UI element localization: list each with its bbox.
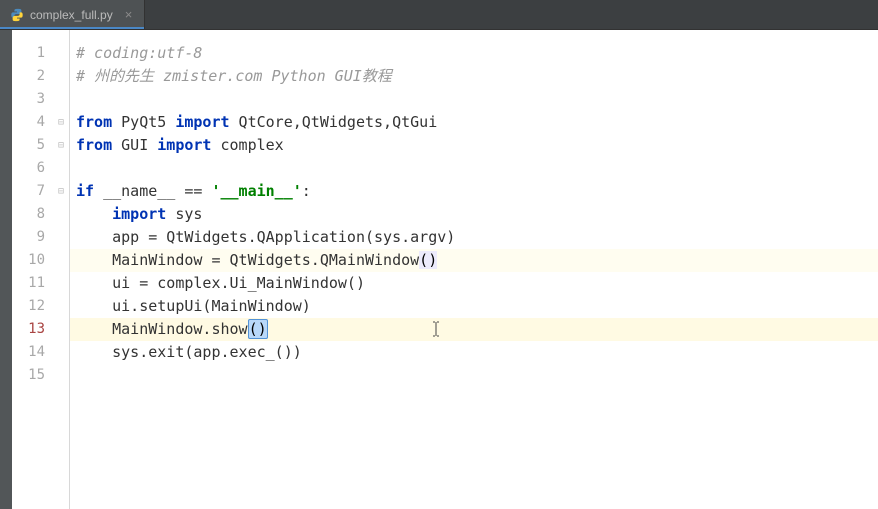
line-number[interactable]: 8 [12,203,55,226]
code-line[interactable]: if __name__ == '__main__': [70,180,878,203]
left-margin-strip [0,30,12,509]
python-file-icon [10,8,24,22]
line-number[interactable]: 10 [12,249,55,272]
editor: 123456789101112131415 ⊟ ⊟ ⊟ # coding:utf… [0,30,878,509]
line-number[interactable]: 2 [12,65,55,88]
line-number[interactable]: 5 [12,134,55,157]
line-number[interactable]: 7 [12,180,55,203]
code-line[interactable]: ui.setupUi(MainWindow) [70,295,878,318]
fold-indicator[interactable]: ⊟ [58,140,68,150]
code-line[interactable]: MainWindow = QtWidgets.QMainWindow() [70,249,878,272]
close-icon[interactable]: × [125,8,133,21]
fold-strip[interactable]: ⊟ ⊟ ⊟ [56,30,70,509]
fold-indicator[interactable]: ⊟ [58,186,68,196]
code-line[interactable] [70,88,878,111]
line-number[interactable]: 6 [12,157,55,180]
code-line[interactable]: sys.exit(app.exec_()) [70,341,878,364]
code-line[interactable]: from PyQt5 import QtCore,QtWidgets,QtGui [70,111,878,134]
code-line[interactable]: from GUI import complex [70,134,878,157]
line-number[interactable]: 3 [12,88,55,111]
line-number[interactable]: 13 [12,318,55,341]
line-number[interactable]: 1 [12,42,55,65]
code-line[interactable]: # 州的先生 zmister.com Python GUI教程 [70,65,878,88]
line-number[interactable]: 12 [12,295,55,318]
code-line[interactable]: import sys [70,203,878,226]
tab-bar: complex_full.py × [0,0,878,30]
line-number[interactable]: 15 [12,364,55,387]
code-line[interactable]: MainWindow.show() [70,318,878,341]
code-line[interactable]: ui = complex.Ui_MainWindow() [70,272,878,295]
tab-active[interactable]: complex_full.py × [0,0,145,29]
line-number-gutter[interactable]: 123456789101112131415 [12,30,56,509]
line-number[interactable]: 14 [12,341,55,364]
line-number[interactable]: 9 [12,226,55,249]
line-number[interactable]: 11 [12,272,55,295]
fold-indicator[interactable]: ⊟ [58,117,68,127]
code-line[interactable] [70,157,878,180]
code-line[interactable] [70,364,878,387]
code-line[interactable]: # coding:utf-8 [70,42,878,65]
line-number[interactable]: 4 [12,111,55,134]
code-area[interactable]: # coding:utf-8# 州的先生 zmister.com Python … [70,30,878,509]
code-line[interactable]: app = QtWidgets.QApplication(sys.argv) [70,226,878,249]
tab-filename: complex_full.py [30,8,113,22]
